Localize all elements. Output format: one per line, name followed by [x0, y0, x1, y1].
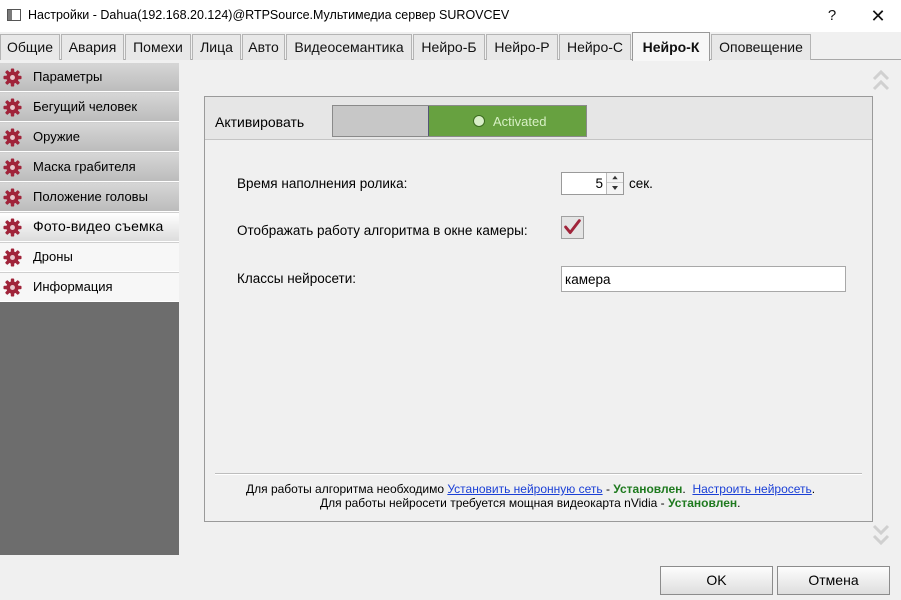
footer-sep: .: [682, 482, 686, 496]
footer-line-1: Для работы алгоритма необходимо Установи…: [246, 482, 815, 496]
scroll-up-icon[interactable]: [872, 68, 890, 96]
toggle-indicator-icon: [473, 115, 485, 127]
tab-alarm[interactable]: Авария: [61, 34, 124, 60]
sidebar-item-label: Положение головы: [33, 189, 148, 204]
sidebar-item-parameters[interactable]: Параметры: [0, 63, 179, 92]
sidebar-empty-area: [0, 302, 179, 555]
close-button[interactable]: ✕: [855, 0, 901, 32]
sidebar-item-label: Оружие: [33, 129, 81, 144]
tab-neuro-r[interactable]: Нейро-Р: [486, 34, 558, 60]
cancel-button[interactable]: Отмена: [777, 566, 890, 595]
tab-interference[interactable]: Помехи: [125, 34, 191, 60]
tab-faces[interactable]: Лица: [192, 34, 241, 60]
sidebar-item-running-person[interactable]: Бегущий человек: [0, 93, 179, 122]
settings-panel: [204, 96, 873, 522]
classes-input[interactable]: [561, 266, 846, 292]
sidebar-item-label: Маска грабителя: [33, 159, 136, 174]
sidebar-item-weapons[interactable]: Оружие: [0, 123, 179, 152]
clip-fill-label: Время наполнения ролика:: [237, 176, 408, 191]
ok-button[interactable]: OK: [660, 566, 773, 595]
configure-network-link[interactable]: Настроить нейросеть: [692, 482, 811, 496]
gear-icon: [3, 98, 22, 117]
sidebar-item-label: Бегущий человек: [33, 99, 138, 114]
window-title: Настройки - Dahua(192.168.20.124)@RTPSou…: [28, 8, 510, 22]
app-icon: [7, 9, 21, 21]
footer-sep: -: [602, 482, 614, 496]
title-bar: Настройки - Dahua(192.168.20.124)@RTPSou…: [0, 0, 901, 32]
toggle-on-state: Activated: [428, 106, 586, 136]
sidebar-item-head-position[interactable]: Положение головы: [0, 183, 179, 212]
tab-notification[interactable]: Оповещение: [711, 34, 811, 60]
scroll-down-icon[interactable]: [872, 520, 890, 548]
gear-icon: [3, 128, 22, 147]
gpu-status: Установлен: [668, 496, 738, 510]
footer-sep: .: [737, 496, 741, 510]
tab-neuro-k[interactable]: Нейро-К: [632, 32, 710, 61]
sidebar-item-label: Дроны: [33, 249, 73, 264]
tab-auto[interactable]: Авто: [242, 34, 285, 60]
tab-neuro-s[interactable]: Нейро-С: [559, 34, 631, 60]
gear-icon: [3, 68, 22, 87]
help-button[interactable]: ?: [809, 0, 855, 32]
sidebar-item-label: Фото-видео съемка: [33, 218, 164, 234]
activate-label: Активировать: [215, 114, 305, 130]
clip-fill-value: 5: [595, 176, 603, 191]
sidebar-item-information[interactable]: Информация: [0, 273, 179, 302]
footer-divider: [215, 473, 862, 475]
gear-icon: [3, 188, 22, 207]
sidebar-item-label: Информация: [33, 279, 113, 294]
footer-sep: .: [811, 482, 816, 496]
gear-icon: [3, 158, 22, 177]
show-algorithm-checkbox[interactable]: [561, 216, 584, 239]
clip-fill-unit: сек.: [629, 176, 653, 191]
clip-fill-stepper[interactable]: 5: [561, 172, 624, 195]
stepper-buttons: [606, 173, 623, 194]
gear-icon: [3, 278, 22, 297]
activate-toggle[interactable]: Activated: [332, 105, 587, 137]
gear-icon: [3, 218, 22, 237]
checkmark-icon: [564, 219, 581, 234]
sidebar-item-photo-video[interactable]: Фото-видео съемка: [0, 213, 179, 242]
install-status: Установлен: [613, 482, 683, 496]
chevron-up-icon[interactable]: [607, 173, 623, 183]
footer-text: Для работы нейросети требуется мощная ви…: [320, 496, 668, 510]
chevron-down-icon[interactable]: [607, 183, 623, 193]
tab-video-semantics[interactable]: Видеосемантика: [286, 34, 412, 60]
tab-bar: Общие Авария Помехи Лица Авто Видеосеман…: [0, 32, 901, 61]
gear-icon: [3, 248, 22, 267]
tab-neuro-b[interactable]: Нейро-Б: [413, 34, 485, 60]
classes-label: Классы нейросети:: [237, 271, 357, 286]
sidebar-item-robber-mask[interactable]: Маска грабителя: [0, 153, 179, 182]
footer-line-2: Для работы нейросети требуется мощная ви…: [320, 496, 740, 510]
toggle-text: Activated: [493, 114, 547, 129]
install-network-link[interactable]: Установить нейронную сеть: [447, 482, 602, 496]
footer-text: Для работы алгоритма необходимо: [246, 482, 444, 496]
sidebar-item-drones[interactable]: Дроны: [0, 243, 179, 272]
show-algorithm-label: Отображать работу алгоритма в окне камер…: [237, 223, 528, 238]
tab-general[interactable]: Общие: [0, 34, 60, 60]
sidebar-item-label: Параметры: [33, 69, 103, 84]
